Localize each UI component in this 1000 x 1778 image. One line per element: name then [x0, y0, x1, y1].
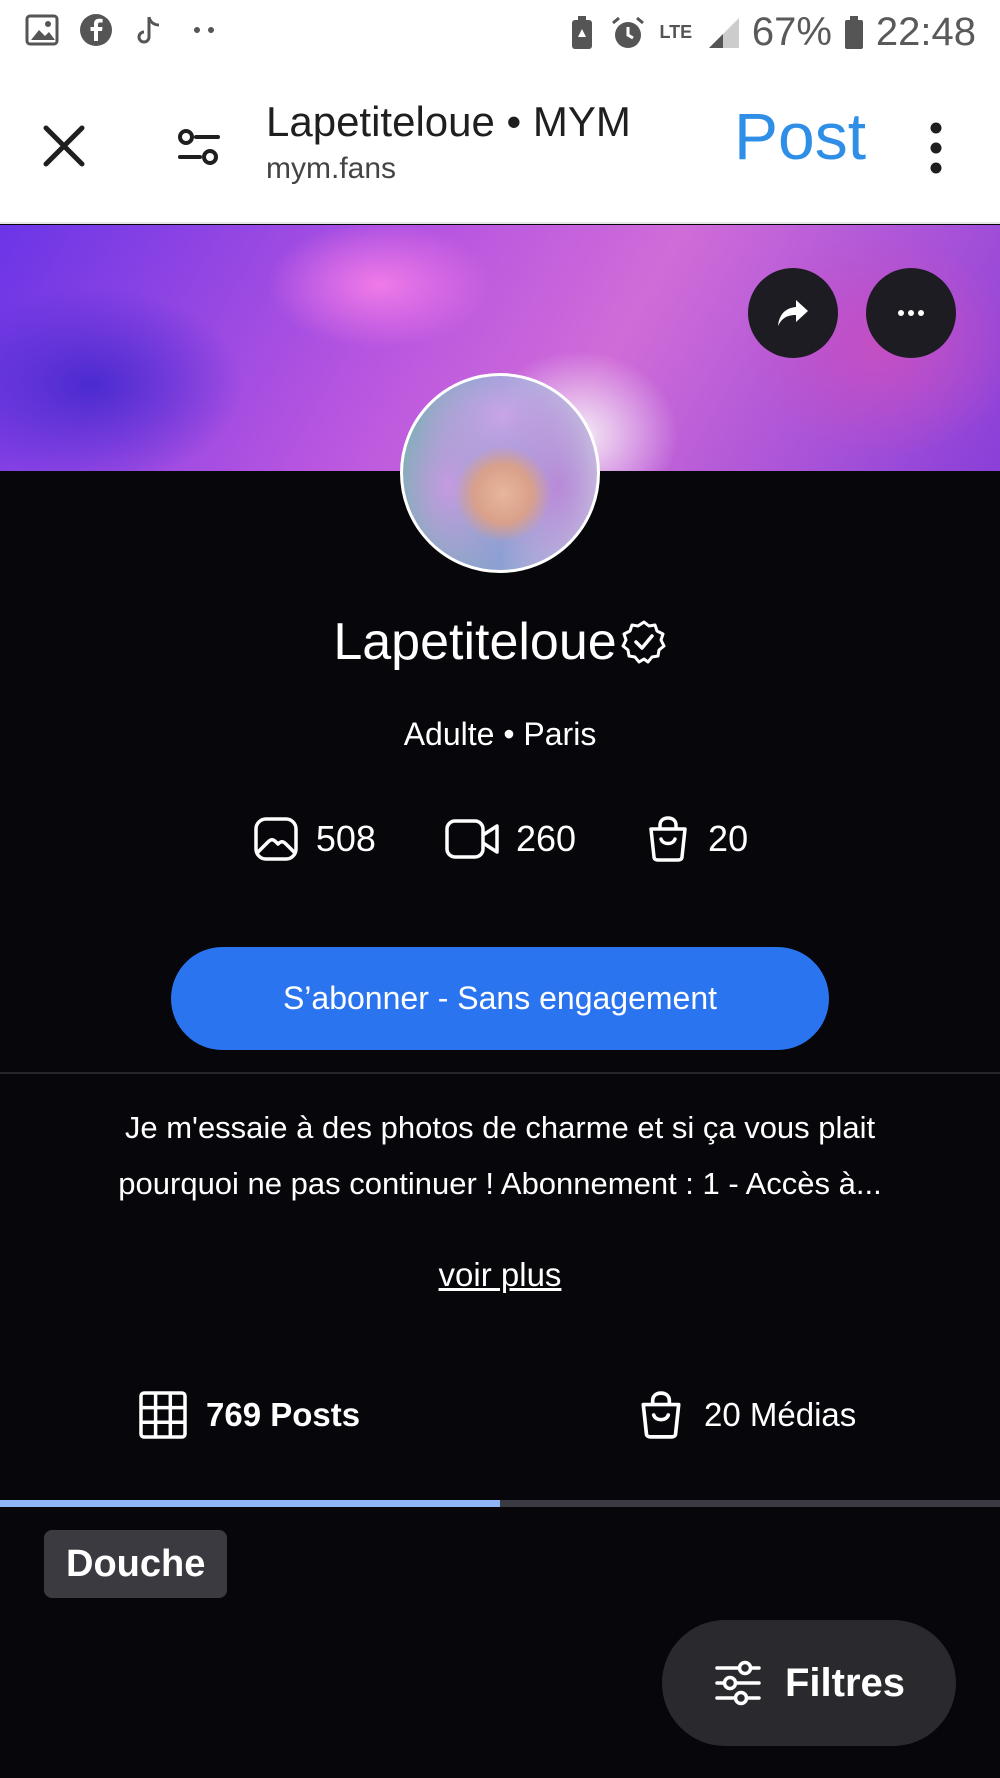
profile-name-text: Lapetiteloue — [333, 613, 617, 671]
grid-icon — [139, 1391, 187, 1439]
status-bar: LTE 67% 22:48 — [0, 0, 1000, 66]
content-tabs: 769 Posts 20 Médias — [0, 1382, 1000, 1502]
stat-medias: 20 — [644, 815, 748, 863]
video-icon — [445, 819, 499, 859]
shopping-bag-icon — [649, 816, 687, 862]
profile-name: Lapetiteloue — [0, 612, 1000, 672]
bio-line-1: Je m'essaie à des photos de charme et si… — [124, 1110, 876, 1145]
filter-sliders-icon — [715, 1660, 761, 1706]
bio: Je m'essaie à des photos de charme et si… — [60, 1100, 940, 1212]
see-more-link[interactable]: voir plus — [0, 1256, 1000, 1294]
battery-icon — [842, 15, 866, 51]
signal-icon — [706, 15, 742, 51]
subscribe-button[interactable]: S’abonner - Sans engagement — [171, 947, 829, 1050]
tiktok-icon — [132, 12, 168, 48]
close-icon — [43, 125, 85, 167]
profile-subtitle: Adulte • Paris — [403, 716, 597, 752]
alarm-icon — [610, 15, 646, 51]
kebab-menu-icon — [930, 122, 942, 174]
stat-photos-count: 508 — [315, 818, 376, 859]
battery-saver-icon — [564, 15, 600, 51]
facebook-icon — [78, 12, 114, 48]
post-button[interactable]: Post — [734, 98, 866, 174]
stat-photos: 508 — [252, 815, 376, 863]
tab-active-indicator — [0, 1500, 500, 1507]
avatar[interactable] — [400, 373, 600, 573]
filters-label: Filtres — [784, 1660, 906, 1705]
bio-line-2: pourquoi ne pas continuer ! Abonnement :… — [118, 1166, 882, 1201]
page-info[interactable]: Lapetiteloue • MYM mym.fans — [266, 98, 631, 186]
menu-button[interactable] — [920, 120, 952, 176]
tune-icon — [178, 129, 220, 165]
share-icon — [778, 300, 808, 326]
more-dots-icon — [898, 310, 924, 316]
tab-medias-label: 20 Médias — [704, 1396, 857, 1433]
filters-button[interactable]: Filtres — [662, 1620, 956, 1746]
tab-medias[interactable]: 20 Médias — [636, 1390, 856, 1440]
photo-icon — [254, 817, 298, 861]
battery-percent: 67% — [751, 10, 832, 54]
category-chip[interactable]: Douche — [44, 1530, 228, 1598]
gallery-icon — [24, 12, 60, 48]
shopping-bag-icon — [641, 1391, 681, 1439]
more-dots-icon — [186, 12, 222, 48]
share-button[interactable] — [748, 268, 838, 358]
tab-posts[interactable]: 769 Posts — [138, 1390, 360, 1440]
lte-icon: LTE — [659, 22, 693, 42]
site-settings-button[interactable] — [176, 124, 222, 170]
close-button[interactable] — [40, 122, 88, 170]
stat-videos-count: 260 — [515, 818, 577, 859]
page-url: mym.fans — [266, 152, 397, 185]
divider — [0, 1072, 1000, 1074]
stat-videos: 260 — [444, 815, 576, 863]
more-options-button[interactable] — [866, 268, 956, 358]
profile-stats: 508 260 20 — [0, 815, 1000, 863]
verified-badge-icon — [621, 620, 666, 664]
stat-medias-count: 20 — [708, 818, 749, 859]
browser-toolbar: Lapetiteloue • MYM mym.fans Post — [0, 66, 1000, 224]
tab-posts-label: 769 Posts — [206, 1396, 361, 1433]
page-title: Lapetiteloue • MYM — [266, 98, 631, 145]
clock: 22:48 — [875, 10, 976, 54]
